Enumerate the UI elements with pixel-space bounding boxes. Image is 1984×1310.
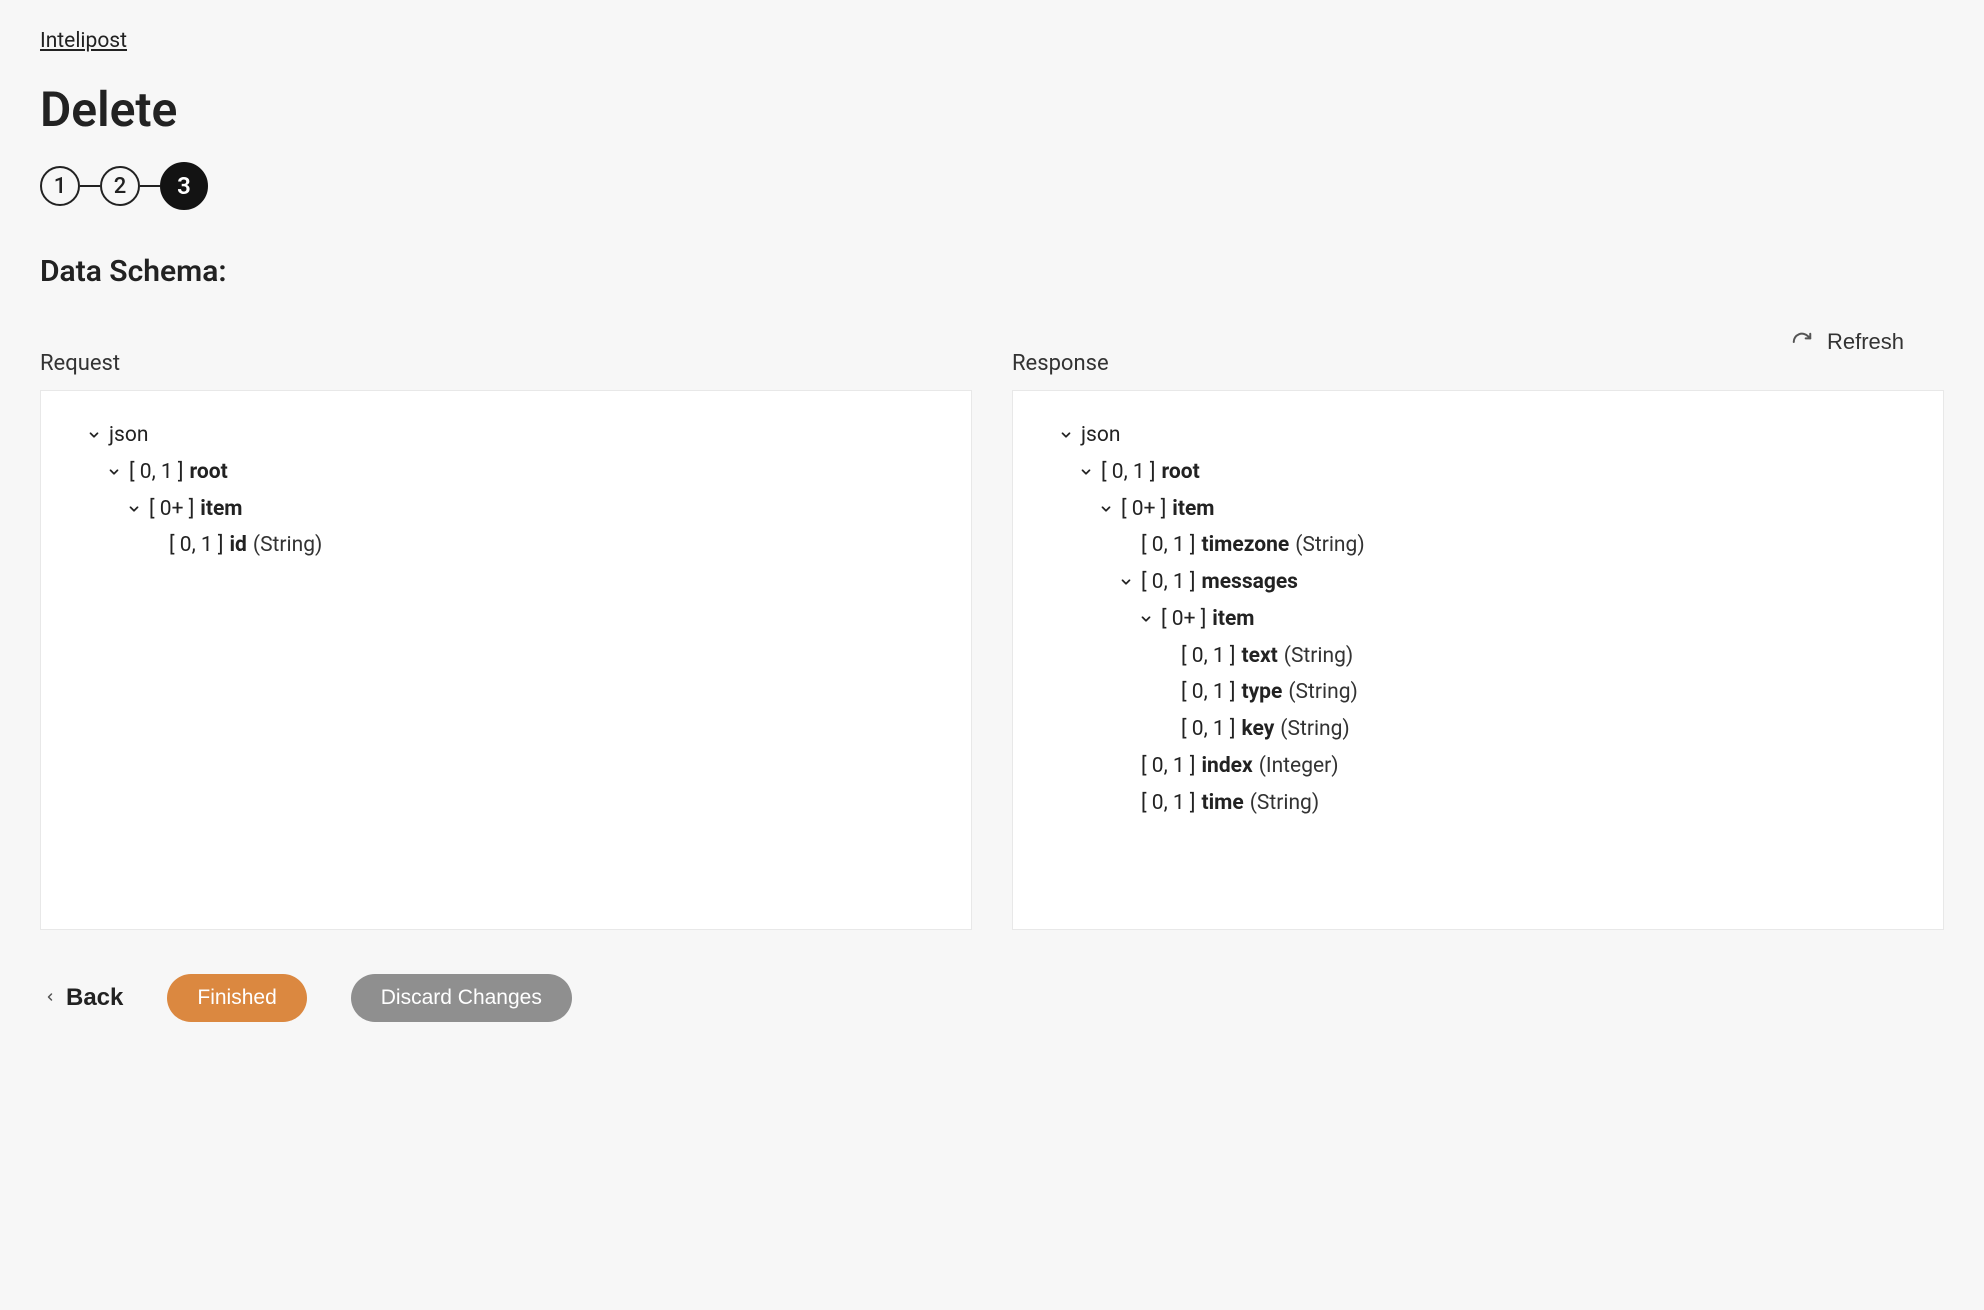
tree-mult: [ 0, 1 ]	[1181, 674, 1236, 711]
tree-node-name: item	[1212, 601, 1254, 638]
step-2[interactable]: 2	[100, 166, 140, 206]
tree-node-label: json	[109, 417, 148, 454]
chevron-down-icon[interactable]	[1117, 575, 1135, 589]
refresh-icon	[1791, 331, 1813, 353]
step-1[interactable]: 1	[40, 166, 80, 206]
tree-row[interactable]: [ 0+ ] item	[1097, 491, 1919, 528]
tree-node-name: id	[230, 527, 247, 564]
tree-row[interactable]: [ 0, 1 ] root	[1077, 454, 1919, 491]
tree-mult: [ 0, 1 ]	[1141, 527, 1196, 564]
tree-row[interactable]: [ 0, 1 ] root	[105, 454, 947, 491]
tree-row[interactable]: [ 0, 1 ] index (Integer)	[1117, 748, 1919, 785]
finished-button[interactable]: Finished	[167, 974, 306, 1022]
breadcrumb-link[interactable]: Intelipost	[40, 29, 127, 53]
tree-node-name: root	[1162, 454, 1200, 491]
tree-row[interactable]: [ 0, 1 ] id (String)	[145, 527, 947, 564]
tree-mult: [ 0, 1 ]	[1101, 454, 1156, 491]
tree-row[interactable]: [ 0+ ] item	[125, 491, 947, 528]
tree-mult: [ 0, 1 ]	[129, 454, 184, 491]
response-label: Response	[1012, 351, 1944, 376]
stepper: 1 2 3	[40, 162, 1944, 210]
chevron-down-icon[interactable]	[1057, 428, 1075, 442]
tree-mult: [ 0, 1 ]	[169, 527, 224, 564]
step-3[interactable]: 3	[160, 162, 208, 210]
back-button[interactable]: Back	[40, 984, 127, 1012]
tree-row[interactable]: [ 0, 1 ] text (String)	[1157, 638, 1919, 675]
tree-mult: [ 0, 1 ]	[1141, 785, 1196, 822]
step-connector	[80, 185, 100, 187]
tree-row[interactable]: json	[1057, 417, 1919, 454]
tree-mult: [ 0, 1 ]	[1141, 564, 1196, 601]
page-title: Delete	[40, 81, 1944, 138]
chevron-down-icon[interactable]	[1097, 502, 1115, 516]
tree-node-name: index	[1202, 748, 1253, 785]
tree-mult: [ 0+ ]	[1121, 491, 1166, 528]
section-heading: Data Schema:	[40, 254, 1944, 289]
chevron-down-icon[interactable]	[1077, 465, 1095, 479]
tree-mult: [ 0, 1 ]	[1181, 638, 1236, 675]
request-panel: json [ 0, 1 ] root	[40, 390, 972, 930]
step-connector	[140, 185, 160, 187]
chevron-down-icon[interactable]	[85, 428, 103, 442]
tree-row[interactable]: [ 0, 1 ] messages	[1117, 564, 1919, 601]
tree-node-name: messages	[1202, 564, 1298, 601]
tree-row[interactable]: [ 0, 1 ] time (String)	[1117, 785, 1919, 822]
tree-row[interactable]: [ 0, 1 ] timezone (String)	[1117, 527, 1919, 564]
response-panel: json [ 0, 1 ] root	[1012, 390, 1944, 930]
tree-node-name: text	[1242, 638, 1278, 675]
discard-button[interactable]: Discard Changes	[351, 974, 572, 1022]
tree-node-name: type	[1242, 674, 1283, 711]
chevron-down-icon[interactable]	[105, 465, 123, 479]
tree-node-type: (String)	[1295, 527, 1364, 564]
tree-node-name: item	[200, 491, 242, 528]
tree-node-name: item	[1172, 491, 1214, 528]
tree-node-type: (String)	[1284, 638, 1353, 675]
chevron-down-icon[interactable]	[1137, 612, 1155, 626]
tree-node-type: (String)	[1280, 711, 1349, 748]
tree-node-type: (String)	[1250, 785, 1319, 822]
request-label: Request	[40, 351, 972, 376]
tree-node-name: key	[1242, 711, 1275, 748]
chevron-left-icon	[44, 984, 56, 1012]
tree-mult: [ 0+ ]	[149, 491, 194, 528]
tree-node-name: time	[1202, 785, 1244, 822]
tree-node-name: root	[190, 454, 228, 491]
chevron-down-icon[interactable]	[125, 502, 143, 516]
tree-node-label: json	[1081, 417, 1120, 454]
tree-mult: [ 0+ ]	[1161, 601, 1206, 638]
tree-mult: [ 0, 1 ]	[1141, 748, 1196, 785]
tree-mult: [ 0, 1 ]	[1181, 711, 1236, 748]
back-label: Back	[66, 984, 123, 1012]
tree-row[interactable]: [ 0, 1 ] key (String)	[1157, 711, 1919, 748]
tree-node-type: (String)	[1288, 674, 1357, 711]
tree-row[interactable]: json	[85, 417, 947, 454]
tree-row[interactable]: [ 0, 1 ] type (String)	[1157, 674, 1919, 711]
tree-node-type: (String)	[253, 527, 322, 564]
tree-node-name: timezone	[1202, 527, 1290, 564]
tree-row[interactable]: [ 0+ ] item	[1137, 601, 1919, 638]
tree-node-type: (Integer)	[1259, 748, 1339, 785]
